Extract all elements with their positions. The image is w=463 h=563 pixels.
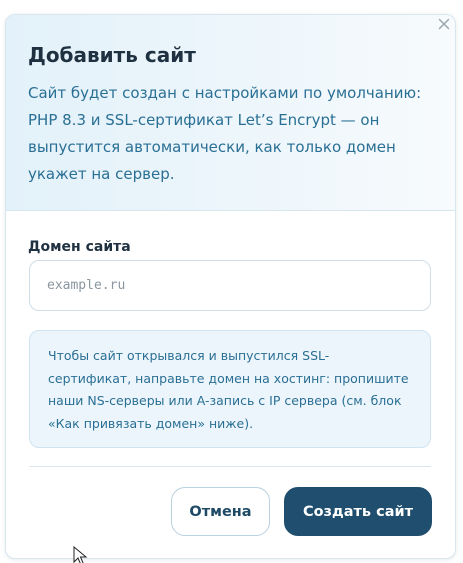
dialog-title: Добавить сайт [28,43,196,67]
domain-input[interactable] [29,260,431,311]
dns-info-text: Чтобы сайт открывался и выпустился SSL-с… [48,348,409,431]
dialog-header: Добавить сайт Сайт будет создан с настро… [6,15,455,211]
close-button[interactable] [435,15,453,33]
dialog-description: Сайт будет создан с настройками по умолч… [28,84,422,183]
divider [29,466,431,467]
create-site-button[interactable]: Создать сайт [284,487,432,536]
close-icon [438,18,450,30]
cancel-button[interactable]: Отмена [171,487,270,536]
mouse-cursor-icon [73,546,88,563]
add-site-dialog: Добавить сайт Сайт будет создан с настро… [5,14,456,559]
page: Добавить сайт Сайт будет создан с настро… [0,0,463,563]
domain-label: Домен сайта [28,239,131,255]
dns-info-box: Чтобы сайт открывался и выпустился SSL-с… [29,330,431,448]
